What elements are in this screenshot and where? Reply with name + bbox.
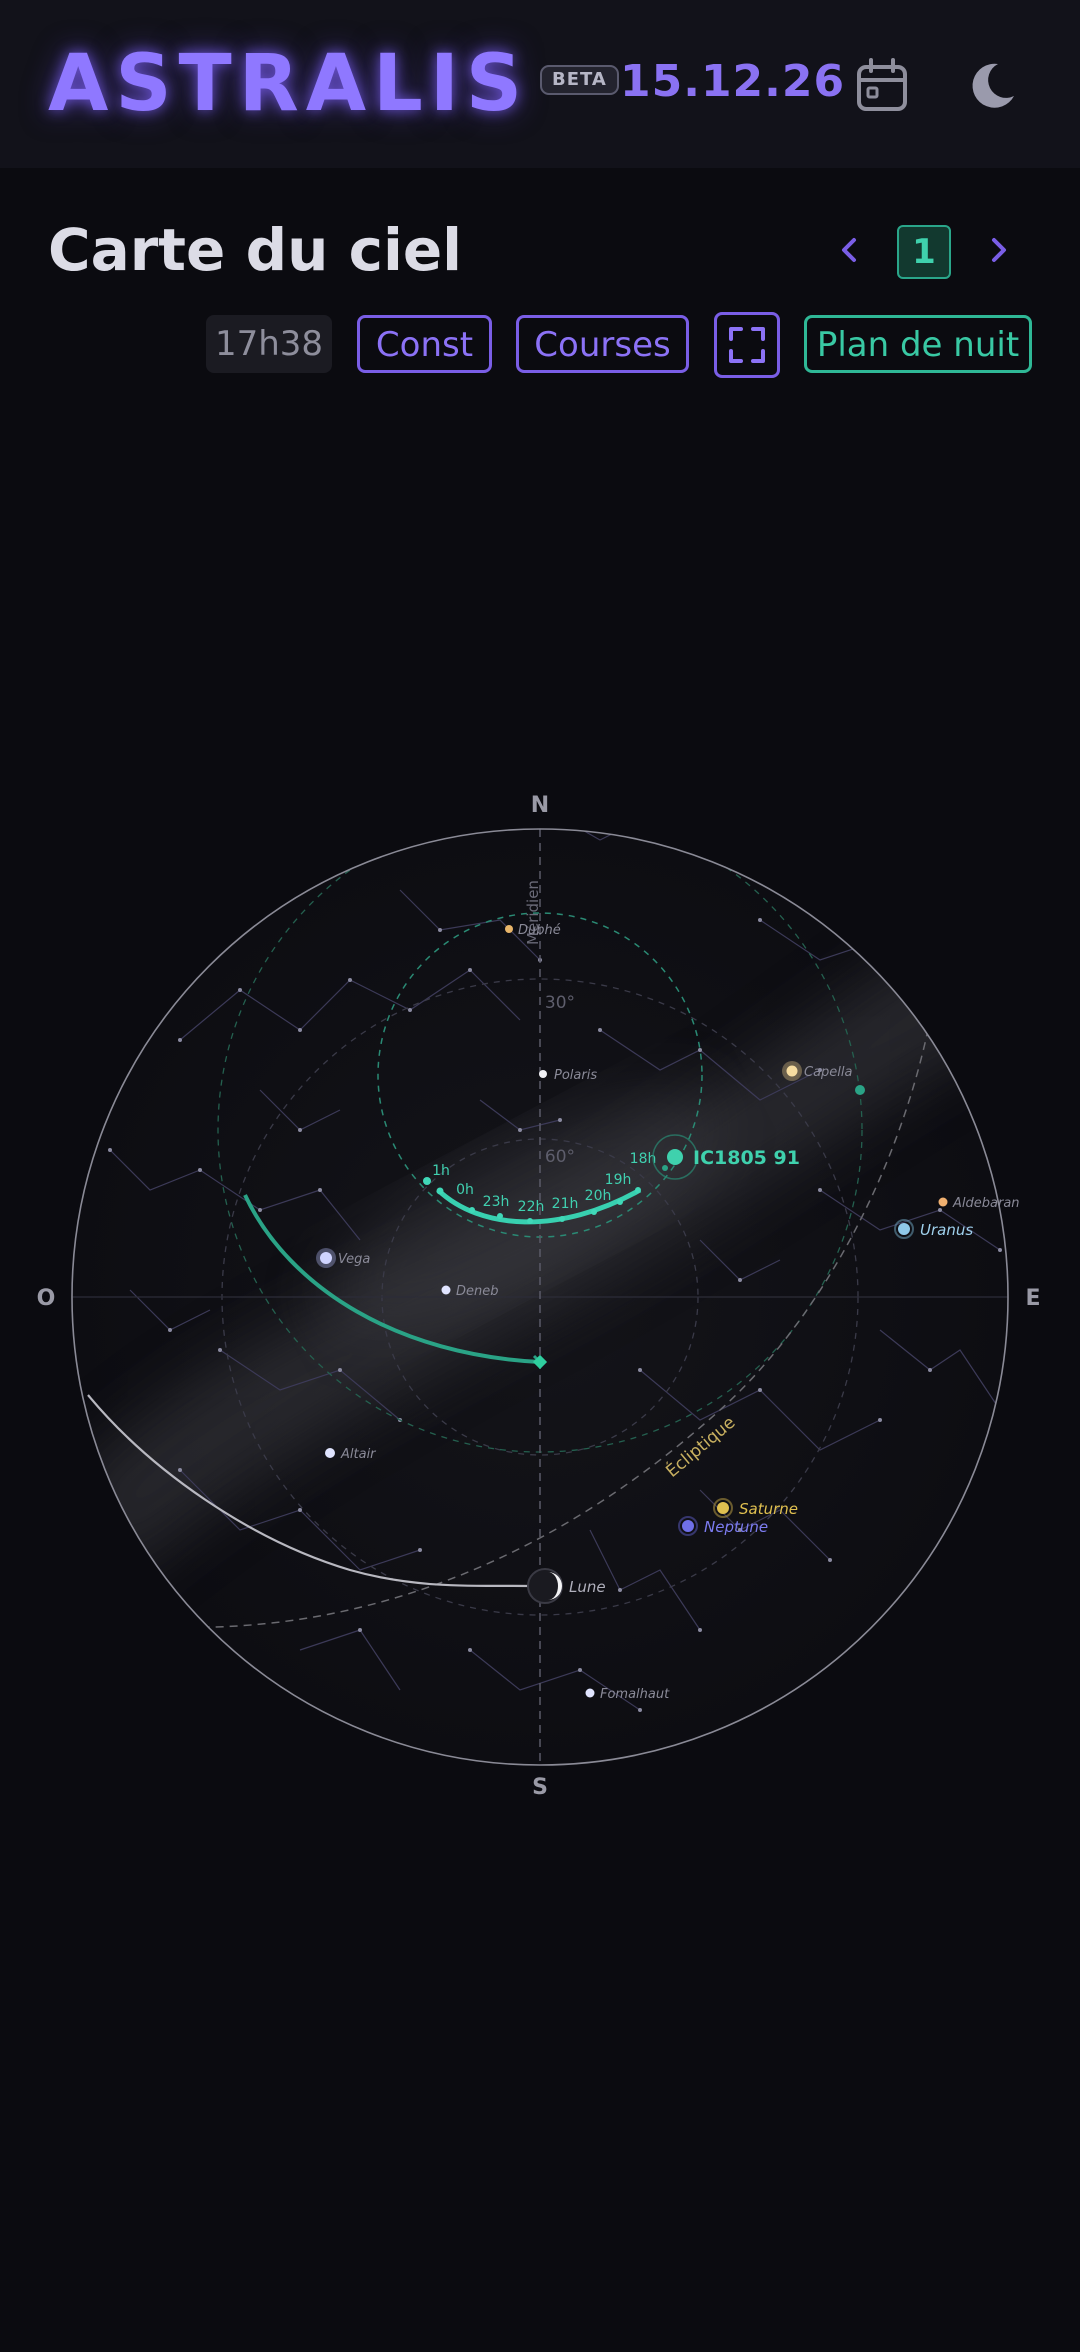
svg-text:22h: 22h bbox=[518, 1199, 545, 1215]
courses-toggle[interactable]: Courses bbox=[516, 315, 689, 373]
beta-badge: BETA bbox=[540, 65, 619, 95]
svg-text:Aldebaran: Aldebaran bbox=[952, 1196, 1020, 1211]
deep-sky-marker bbox=[855, 1085, 865, 1095]
chevron-left-icon bbox=[842, 238, 856, 262]
svg-text:20h: 20h bbox=[585, 1188, 612, 1204]
constellations-toggle[interactable]: Const bbox=[357, 315, 492, 373]
page-title: Carte du ciel bbox=[48, 216, 463, 284]
svg-text:Saturne: Saturne bbox=[739, 1500, 798, 1518]
cardinal-south: S bbox=[532, 1775, 548, 1800]
svg-text:Uranus: Uranus bbox=[920, 1221, 973, 1239]
altitude-60-label: 60° bbox=[545, 1147, 575, 1167]
cardinal-east: E bbox=[1025, 1286, 1040, 1311]
svg-text:Polaris: Polaris bbox=[554, 1068, 597, 1083]
svg-text:Vega: Vega bbox=[338, 1252, 370, 1267]
svg-text:Capella: Capella bbox=[804, 1065, 853, 1080]
time-display[interactable]: 17h38 bbox=[206, 315, 332, 373]
svg-text:21h: 21h bbox=[552, 1196, 579, 1212]
fullscreen-icon bbox=[729, 327, 765, 363]
app-header: ASTRALIS BETA 15.12.26 bbox=[0, 0, 1080, 168]
svg-text:Deneb: Deneb bbox=[456, 1284, 499, 1299]
altitude-30-label: 30° bbox=[545, 993, 575, 1013]
svg-text:Dubhé: Dubhé bbox=[518, 923, 561, 938]
app-logo[interactable]: ASTRALIS bbox=[48, 34, 529, 134]
moon-icon[interactable] bbox=[962, 56, 1022, 116]
next-page-button[interactable] bbox=[982, 226, 1018, 274]
sky-chart[interactable]: N S E O Méridien 30° 60° Écliptique 18h … bbox=[0, 770, 1080, 1810]
current-date: 15.12.26 bbox=[620, 56, 846, 107]
svg-text:Fomalhaut: Fomalhaut bbox=[600, 1687, 670, 1702]
calendar-icon[interactable] bbox=[852, 56, 912, 116]
svg-text:23h: 23h bbox=[483, 1194, 510, 1210]
svg-text:19h: 19h bbox=[605, 1172, 632, 1188]
fullscreen-button[interactable] bbox=[714, 312, 780, 378]
previous-page-button[interactable] bbox=[830, 226, 866, 274]
page-number[interactable]: 1 bbox=[897, 225, 951, 279]
night-plan-button[interactable]: Plan de nuit bbox=[804, 315, 1032, 373]
svg-text:1h: 1h bbox=[432, 1163, 450, 1179]
cardinal-north: N bbox=[531, 793, 549, 818]
chevron-right-icon bbox=[992, 238, 1006, 262]
moon-label: Lune bbox=[569, 1578, 606, 1596]
svg-text:0h: 0h bbox=[456, 1182, 474, 1198]
svg-text:Altair: Altair bbox=[340, 1447, 377, 1462]
cardinal-west: O bbox=[37, 1286, 56, 1311]
svg-text:Neptune: Neptune bbox=[704, 1518, 768, 1536]
target-label: IC1805 91 bbox=[693, 1147, 800, 1169]
